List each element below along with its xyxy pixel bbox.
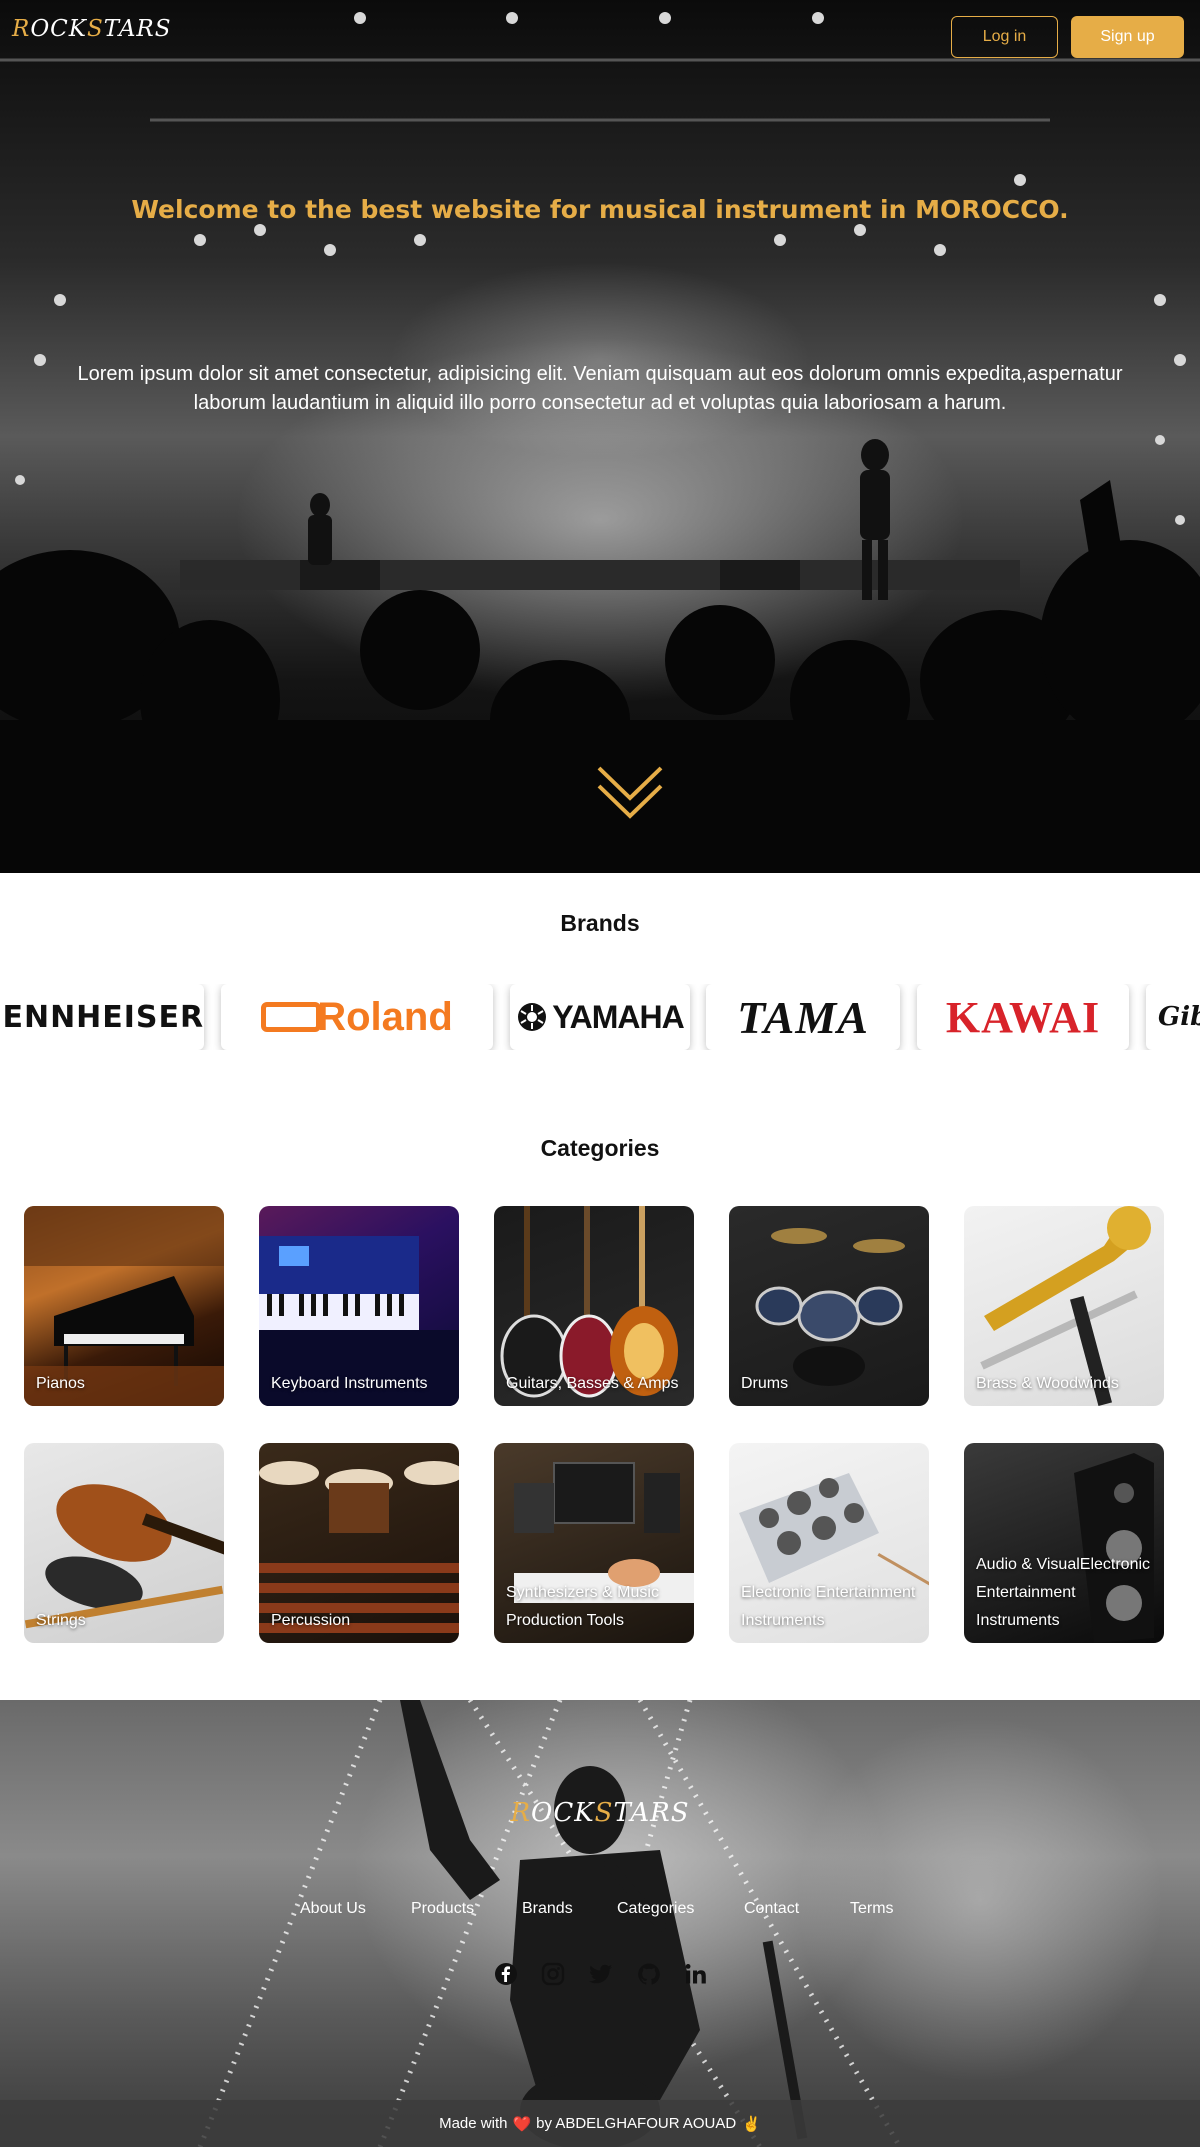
logo-letter-r: R — [510, 1798, 532, 1828]
footer-link-about[interactable]: About Us — [300, 1900, 366, 1918]
logo-text-ock: OCK — [30, 16, 87, 42]
category-card-synthesizers[interactable]: Synthesizers & Music Production Tools — [494, 1443, 694, 1643]
credit-made-with: Made with — [439, 2115, 508, 2132]
footer-link-brands[interactable]: Brands — [522, 1900, 573, 1918]
footer-nav: About Us Products Brands Categories Cont… — [0, 1900, 1200, 1924]
brand-card-roland[interactable]: Roland — [221, 984, 493, 1050]
category-label: Pianos — [36, 1375, 85, 1392]
category-label: Percussion — [271, 1612, 351, 1629]
instagram-icon[interactable] — [541, 1962, 565, 1986]
brands-heading: Brands — [560, 910, 640, 936]
brands-carousel[interactable]: SENNHEISER Roland YAMAHA TAMA KAWAI Gibs… — [0, 984, 1200, 1050]
brand-card-kawai[interactable]: KAWAI — [917, 984, 1129, 1050]
twitter-icon[interactable] — [589, 1962, 613, 1986]
yamaha-tuning-fork-icon — [518, 1003, 547, 1031]
category-label: Drums — [741, 1375, 789, 1392]
categories-heading: Categories — [540, 1135, 660, 1161]
signup-button[interactable]: Sign up — [1071, 16, 1184, 58]
logo-text-tars: TARS — [613, 1798, 690, 1828]
github-icon[interactable] — [637, 1962, 661, 1986]
facebook-icon[interactable] — [494, 1962, 518, 1986]
footer-logo[interactable]: ROCKSTARS — [0, 1798, 1200, 1828]
footer-credit-bar: Made with ❤️ by ABDELGHAFOUR AOUAD ✌ — [0, 2100, 1200, 2147]
category-label: Audio & VisualElectronic Entertainment I… — [976, 1556, 1151, 1629]
linkedin-icon[interactable] — [684, 1962, 708, 1986]
logo-letter-s: S — [594, 1798, 614, 1828]
category-card-guitars[interactable]: Guitars, Basses & Amps — [494, 1206, 694, 1406]
logo-text-ock: OCK — [531, 1798, 595, 1828]
footer-link-terms[interactable]: Terms — [850, 1900, 894, 1918]
footer-link-contact[interactable]: Contact — [744, 1900, 799, 1918]
footer-link-categories[interactable]: Categories — [617, 1900, 694, 1918]
logo-letter-s: S — [86, 16, 104, 42]
category-card-strings[interactable]: Strings — [24, 1443, 224, 1643]
double-chevron-down-icon[interactable] — [597, 764, 663, 820]
category-label: Strings — [36, 1612, 86, 1629]
brand-roland-logo: Roland — [317, 994, 453, 1039]
social-links — [0, 1962, 1200, 1990]
footer: ROCKSTARS About Us Products Brands Categ… — [0, 1700, 1200, 2147]
site-logo[interactable]: ROCKSTARS — [12, 16, 172, 42]
logo-letter-r: R — [12, 16, 31, 42]
hero-section: ROCKSTARS Log in Sign up Welcome to the … — [0, 0, 1200, 873]
heart-icon: ❤️ — [512, 2115, 532, 2133]
category-label: Brass & Woodwinds — [976, 1375, 1119, 1392]
category-card-electronic-entertainment[interactable]: Electronic Entertainment Instruments — [729, 1443, 929, 1643]
category-label: Electronic Entertainment Instruments — [741, 1584, 916, 1629]
brand-card-yamaha[interactable]: YAMAHA — [510, 984, 690, 1050]
hero-title: Welcome to the best website for musical … — [131, 195, 1069, 224]
stage-background — [0, 12, 1200, 873]
category-card-percussion[interactable]: Percussion — [259, 1443, 459, 1643]
category-label: Keyboard Instruments — [271, 1375, 428, 1392]
category-card-keyboard-instruments[interactable]: Keyboard Instruments — [259, 1206, 459, 1406]
logo-text-tars: TARS — [103, 16, 172, 42]
brand-kawai-logo: KAWAI — [945, 992, 1101, 1042]
category-label: Synthesizers & Music Production Tools — [506, 1584, 659, 1629]
category-card-audio-visual[interactable]: Audio & VisualElectronic Entertainment I… — [964, 1443, 1164, 1643]
footer-link-products[interactable]: Products — [411, 1900, 474, 1918]
credit-author: by ABDELGHAFOUR AOUAD — [536, 2115, 737, 2132]
roland-mark-icon — [261, 1002, 322, 1032]
login-button[interactable]: Log in — [951, 16, 1058, 58]
hero-description: Lorem ipsum dolor sit amet consectetur, … — [77, 363, 1123, 414]
category-card-pianos[interactable]: Pianos — [24, 1206, 224, 1406]
category-card-drums[interactable]: Drums — [729, 1206, 929, 1406]
category-card-brass-woodwinds[interactable]: Brass & Woodwinds — [964, 1206, 1164, 1406]
brand-card-gibson[interactable]: Gibson — [1146, 984, 1200, 1050]
brand-tama-logo: TAMA — [737, 991, 869, 1043]
brand-gibson-logo: Gibson — [1158, 1002, 1200, 1032]
peace-hand-icon: ✌ — [742, 2115, 761, 2133]
category-label: Guitars, Basses & Amps — [506, 1375, 679, 1392]
brand-yamaha-logo: YAMAHA — [552, 998, 684, 1035]
brand-sennheiser-logo: SENNHEISER — [0, 999, 204, 1035]
brand-card-tama[interactable]: TAMA — [706, 984, 900, 1050]
brand-card-sennheiser[interactable]: SENNHEISER — [0, 984, 204, 1050]
